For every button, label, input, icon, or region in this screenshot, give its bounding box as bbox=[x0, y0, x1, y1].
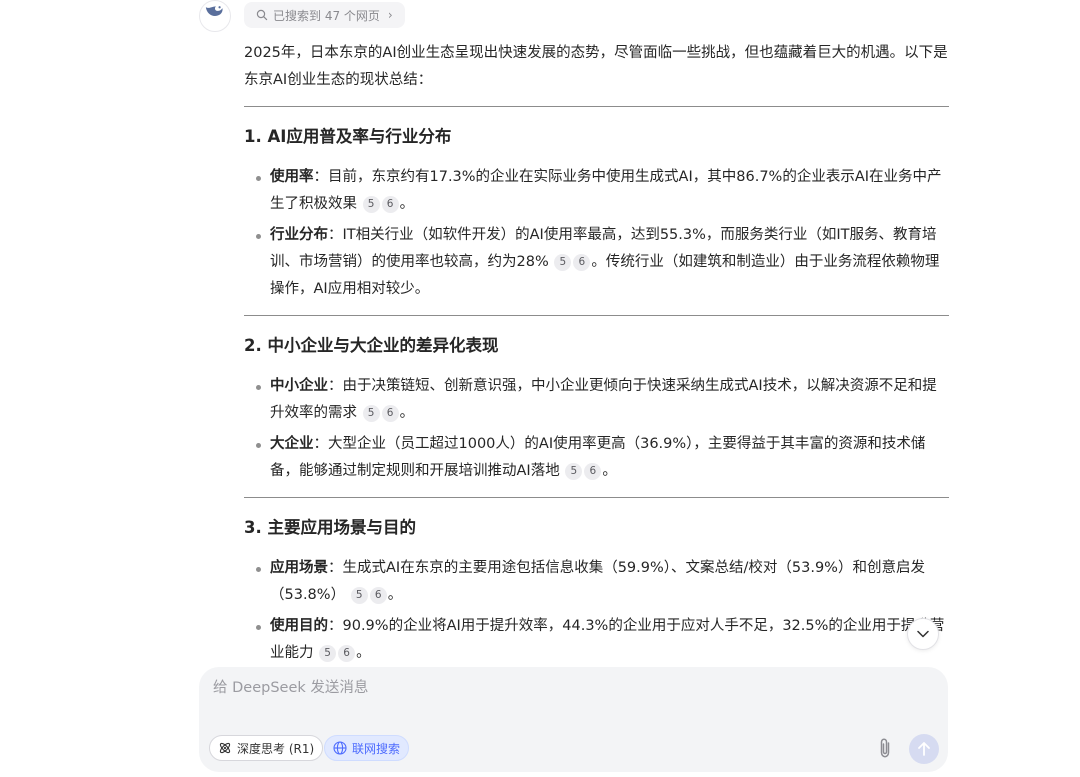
section-divider bbox=[244, 497, 949, 498]
section-heading: 2. 中小企业与大企业的差异化表现 bbox=[244, 336, 499, 355]
atom-icon bbox=[219, 742, 231, 754]
citation-badge[interactable]: 5 bbox=[362, 405, 380, 422]
search-results-label: 已搜索到 47 个网页 bbox=[273, 8, 380, 23]
section-heading: 1. AI应用普及率与行业分布 bbox=[244, 127, 452, 146]
list-item-text: ：生成式AI在东京的主要用途包括信息收集（59.9%）、文案总结/校对（53.9… bbox=[270, 560, 925, 603]
section-divider bbox=[244, 315, 949, 316]
web-search-label: 联网搜索 bbox=[352, 741, 401, 756]
list-item-text-tail: 。 bbox=[399, 405, 415, 421]
scroll-to-bottom-button[interactable] bbox=[907, 618, 939, 650]
deep-think-toggle[interactable]: 深度思考 (R1) bbox=[209, 735, 324, 761]
arrow-up-icon bbox=[918, 742, 930, 756]
assistant-message: 2025年，日本东京的AI创业生态呈现出快速发展的态势，尽管面临一些挑战，但也蕴… bbox=[244, 40, 949, 679]
attach-file-button[interactable] bbox=[873, 736, 897, 760]
bullet-list: 使用率：目前，东京约有17.3%的企业在实际业务中使用生成式AI，其中86.7%… bbox=[244, 164, 949, 303]
section-divider bbox=[244, 106, 949, 107]
list-item-text-tail: 。 bbox=[387, 587, 403, 603]
list-item: 大企业：大型企业（员工超过1000人）的AI使用率更高（36.9%），主要得益于… bbox=[256, 431, 949, 485]
citation-badge[interactable]: 6 bbox=[381, 405, 399, 422]
list-item-text-tail: 。 bbox=[356, 645, 371, 661]
citation-badge[interactable]: 5 bbox=[350, 587, 368, 604]
chevron-right-icon: › bbox=[387, 8, 393, 22]
message-composer: 深度思考 (R1) 联网搜索 bbox=[199, 667, 948, 772]
list-item: 使用率：目前，东京约有17.3%的企业在实际业务中使用生成式AI，其中86.7%… bbox=[256, 164, 949, 218]
list-item-term: 使用目的 bbox=[270, 618, 328, 634]
citation-badge[interactable]: 5 bbox=[319, 645, 337, 662]
citation-badge[interactable]: 6 bbox=[573, 254, 591, 271]
send-button[interactable] bbox=[909, 734, 939, 764]
list-item-term: 应用场景 bbox=[270, 560, 328, 576]
bullet-list: 中小企业：由于决策链短、创新意识强，中小企业更倾向于快速采纳生成式AI技术，以解… bbox=[244, 373, 949, 485]
citation-badge[interactable]: 5 bbox=[362, 196, 380, 213]
list-item-term: 使用率 bbox=[270, 169, 314, 185]
list-item: 中小企业：由于决策链短、创新意识强，中小企业更倾向于快速采纳生成式AI技术，以解… bbox=[256, 373, 949, 427]
list-item-term: 中小企业 bbox=[270, 378, 328, 394]
list-item-term: 行业分布 bbox=[270, 227, 328, 243]
citation-badge[interactable]: 6 bbox=[338, 645, 356, 662]
citation-badge[interactable]: 5 bbox=[565, 463, 583, 480]
message-sections: 1. AI应用普及率与行业分布使用率：目前，东京约有17.3%的企业在实际业务中… bbox=[244, 106, 949, 667]
list-item-text: ：90.9%的企业将AI用于提升效率，44.3%的企业用于应对人手不足，32.5… bbox=[270, 618, 945, 661]
citation-badge[interactable]: 6 bbox=[381, 196, 399, 213]
search-results-pill[interactable]: 已搜索到 47 个网页 › bbox=[244, 2, 405, 28]
citation-badge[interactable]: 5 bbox=[554, 254, 572, 271]
deepseek-logo-icon bbox=[199, 0, 231, 32]
section-heading: 3. 主要应用场景与目的 bbox=[244, 518, 416, 537]
citation-badge[interactable]: 6 bbox=[369, 587, 387, 604]
web-search-toggle[interactable]: 联网搜索 bbox=[324, 735, 410, 761]
list-item: 使用目的：90.9%的企业将AI用于提升效率，44.3%的企业用于应对人手不足，… bbox=[256, 613, 949, 667]
intro-paragraph: 2025年，日本东京的AI创业生态呈现出快速发展的态势，尽管面临一些挑战，但也蕴… bbox=[244, 45, 948, 88]
list-item-text-tail: 。 bbox=[399, 196, 415, 212]
citation-badge[interactable]: 6 bbox=[584, 463, 602, 480]
list-item-text-tail: 。 bbox=[602, 463, 617, 479]
bullet-list: 应用场景：生成式AI在东京的主要用途包括信息收集（59.9%）、文案总结/校对（… bbox=[244, 555, 949, 667]
list-item: 应用场景：生成式AI在东京的主要用途包括信息收集（59.9%）、文案总结/校对（… bbox=[256, 555, 949, 609]
message-input[interactable] bbox=[211, 679, 855, 697]
deep-think-label: 深度思考 (R1) bbox=[237, 741, 315, 756]
search-icon bbox=[256, 9, 268, 21]
list-item-term: 大企业 bbox=[270, 436, 314, 452]
list-item: 行业分布：IT相关行业（如软件开发）的AI使用率最高，达到55.3%，而服务类行… bbox=[256, 222, 949, 303]
globe-icon bbox=[333, 741, 347, 755]
chevron-down-icon bbox=[917, 630, 929, 638]
paperclip-icon bbox=[880, 738, 890, 758]
